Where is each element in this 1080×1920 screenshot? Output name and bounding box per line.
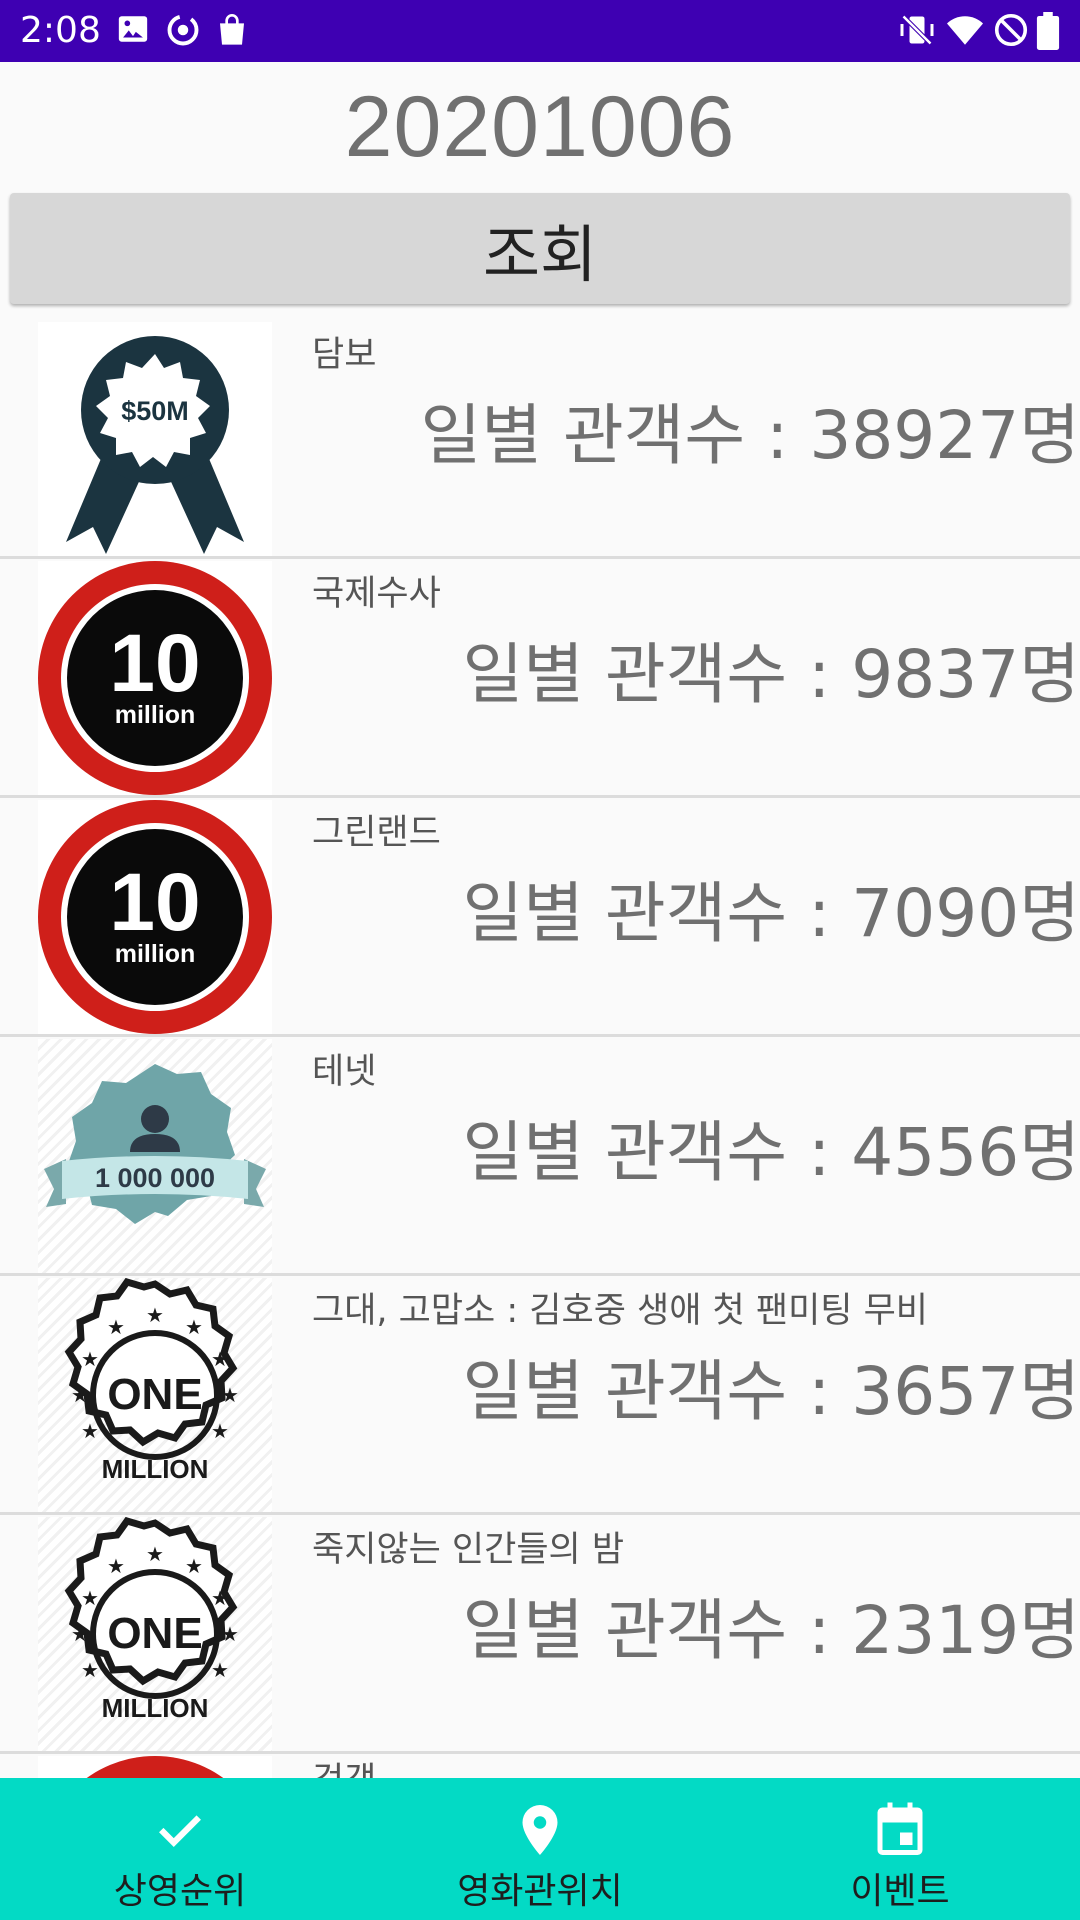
list-item[interactable]: 10 million 국제수사 일별 관객수 : 9837명 (0, 559, 1080, 798)
image-icon (118, 16, 148, 42)
svg-text:★: ★ (81, 1658, 99, 1682)
svg-text:★: ★ (107, 1315, 125, 1339)
movie-title: 검객 (312, 1752, 376, 1778)
badge-text: 10 (109, 857, 200, 948)
badge-10-million-icon: 10 million (38, 800, 272, 1034)
shopping-bag-icon (220, 14, 244, 45)
svg-text:★: ★ (211, 1658, 229, 1682)
nav-item-theater-location[interactable]: 영화관위치 (360, 1778, 720, 1920)
nav-label: 영화관위치 (457, 1871, 623, 1912)
badge-subtext: million (115, 701, 196, 729)
svg-text:★: ★ (81, 1419, 99, 1443)
movie-poster (38, 1756, 272, 1778)
movie-title: 담보 (312, 335, 377, 375)
badge-text: ONE (107, 1370, 202, 1419)
badge-50m-ribbon-icon: $50M (66, 336, 244, 554)
svg-text:★: ★ (211, 1419, 229, 1443)
badge-text: 10 (109, 618, 200, 709)
wifi-icon (947, 16, 983, 45)
badge-one-million-icon: ONE MILLION ★ ★ ★ ★ ★ ★ ★ ★ ★ (64, 1278, 239, 1484)
movie-poster: ONE MILLION ★ ★ ★ ★ ★ ★ ★ ★ ★ (38, 1278, 272, 1512)
do-not-disturb-icon (994, 13, 1028, 47)
svg-text:★: ★ (107, 1554, 125, 1578)
movie-poster: ONE MILLION ★ ★ ★ ★ ★ ★ ★ ★ ★ (38, 1517, 272, 1751)
nav-label: 이벤트 (850, 1871, 950, 1912)
movie-poster: $50M (38, 322, 272, 556)
audience-count: 일별 관객수 : 38927명 (420, 397, 1080, 474)
audience-count: 일별 관객수 : 3657명 (462, 1353, 1080, 1430)
audience-count: 일별 관객수 : 2319명 (462, 1592, 1080, 1669)
movie-title: 그대, 고맙소 : 김호중 생애 첫 팬미팅 무비 (312, 1291, 928, 1331)
movie-title: 죽지않는 인간들의 밤 (312, 1530, 625, 1570)
svg-text:★: ★ (81, 1347, 99, 1371)
badge-red-partial-icon (86, 1756, 224, 1778)
nav-item-event[interactable]: 이벤트 (720, 1778, 1080, 1920)
badge-1000000-users-icon: 1 000 000 (44, 1064, 266, 1224)
svg-text:★: ★ (71, 1622, 89, 1646)
list-item[interactable]: $50M 담보 일별 관객수 : 38927명 (0, 320, 1080, 559)
audience-count: 일별 관객수 : 7090명 (462, 875, 1080, 952)
nav-item-ranking[interactable]: 상영순위 (0, 1778, 360, 1920)
location-pin-icon (522, 1805, 558, 1855)
svg-text:★: ★ (211, 1347, 229, 1371)
list-item[interactable]: 검객 (0, 1754, 1080, 1778)
status-bar: 2:08 (0, 0, 1080, 62)
badge-subtext: MILLION (102, 1693, 209, 1723)
svg-text:★: ★ (146, 1542, 164, 1566)
audience-count: 일별 관객수 : 9837명 (462, 636, 1080, 713)
movie-title: 국제수사 (312, 574, 441, 614)
svg-text:★: ★ (185, 1554, 203, 1578)
vibrate-off-icon (900, 14, 934, 46)
nav-label: 상영순위 (113, 1871, 247, 1912)
badge-one-million-icon: ONE MILLION ★ ★ ★ ★ ★ ★ ★ ★ ★ (64, 1517, 239, 1723)
svg-text:★: ★ (221, 1622, 239, 1646)
movie-poster: 1 000 000 (38, 1039, 272, 1273)
svg-text:★: ★ (185, 1315, 203, 1339)
sync-icon (167, 14, 199, 46)
date-title: 20201006 (344, 79, 736, 175)
status-time: 2:08 (20, 10, 101, 51)
movie-poster: 10 million (38, 800, 272, 1034)
badge-10-million-icon: 10 million (38, 561, 272, 795)
list-item[interactable]: ONE MILLION ★ ★ ★ ★ ★ ★ ★ ★ ★ 죽지않는 인간들의 밤 일별 … (0, 1515, 1080, 1754)
movie-list[interactable]: $50M 담보 일별 관객수 : 38927명 10 million 국제수사 … (0, 320, 1080, 1778)
svg-text:★: ★ (81, 1586, 99, 1610)
movie-title: 그린랜드 (312, 813, 441, 853)
svg-text:★: ★ (71, 1383, 89, 1407)
search-button[interactable]: 조회 (10, 193, 1070, 304)
battery-icon (1036, 12, 1060, 50)
svg-text:★: ★ (221, 1383, 239, 1407)
bottom-navigation: 상영순위 영화관위치 이벤트 (0, 1778, 1080, 1920)
list-item[interactable]: 10 million 그린랜드 일별 관객수 : 7090명 (0, 798, 1080, 1037)
svg-text:★: ★ (211, 1586, 229, 1610)
badge-subtext: MILLION (102, 1454, 209, 1484)
list-item[interactable]: ONE MILLION ★ ★ ★ ★ ★ ★ ★ ★ ★ 그대, 고맙소 : 김호중 생… (0, 1276, 1080, 1515)
audience-count: 일별 관객수 : 4556명 (462, 1114, 1080, 1191)
badge-text: 1 000 000 (95, 1163, 215, 1193)
calendar-icon (877, 1802, 923, 1855)
movie-poster: 10 million (38, 561, 272, 795)
check-icon (159, 1815, 201, 1847)
badge-subtext: million (115, 940, 196, 968)
list-item[interactable]: 1 000 000 테넷 일별 관객수 : 4556명 (0, 1037, 1080, 1276)
movie-title: 테넷 (312, 1052, 377, 1092)
svg-text:★: ★ (146, 1303, 164, 1327)
badge-text: ONE (107, 1609, 202, 1658)
badge-text: $50M (121, 396, 189, 426)
